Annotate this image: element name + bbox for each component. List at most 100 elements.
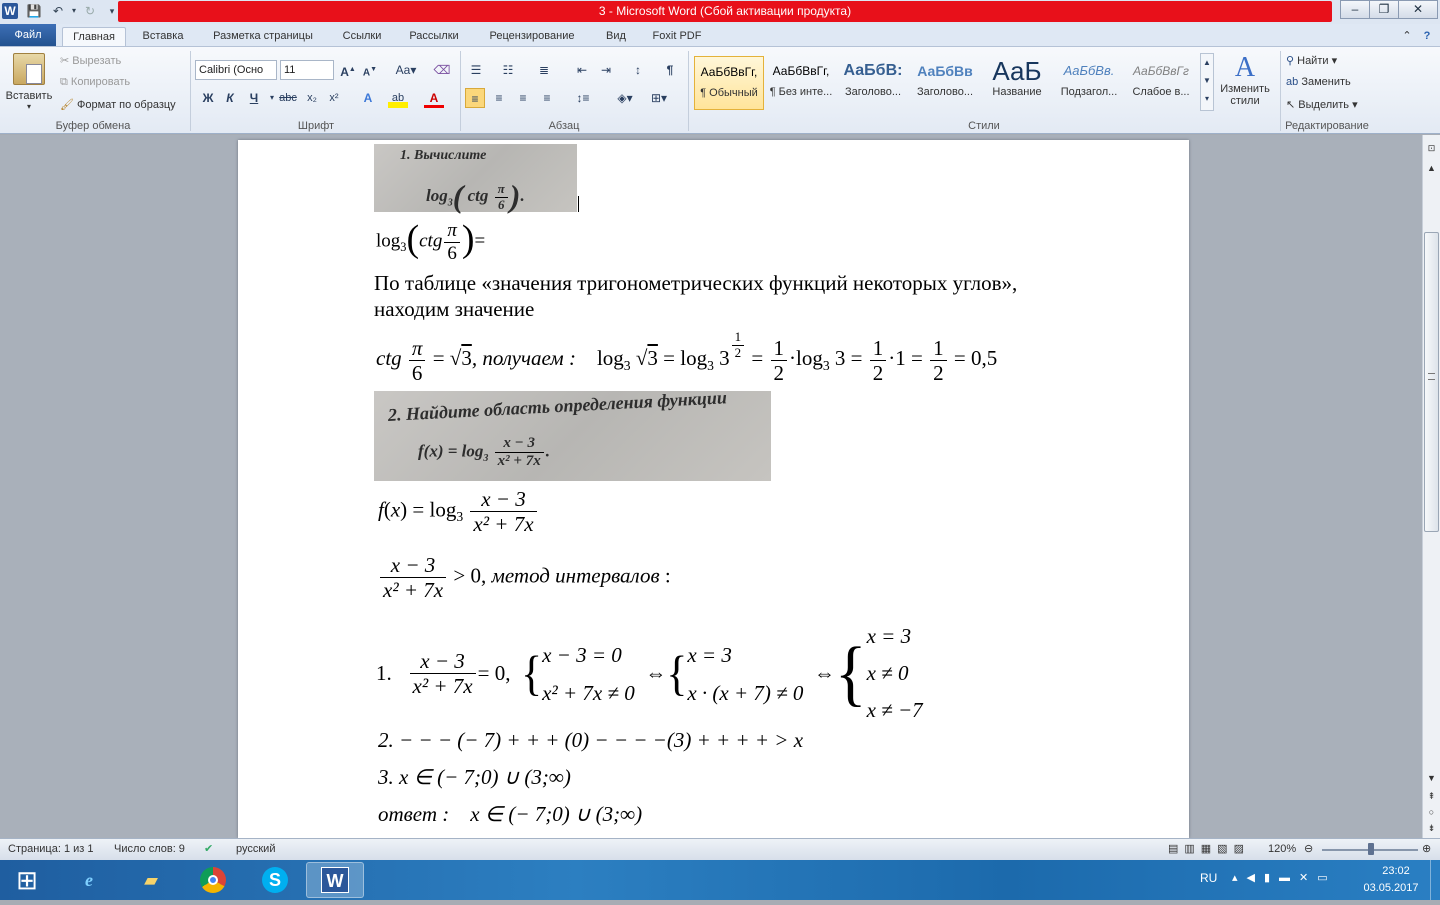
style-title[interactable]: АаБ Название (982, 56, 1052, 110)
tab-references[interactable]: Ссылки (334, 27, 390, 46)
underline-icon[interactable]: Ч (244, 88, 264, 108)
eq2-ctg: ctg (376, 346, 402, 371)
save-icon[interactable]: 💾 (26, 3, 42, 19)
scan1-log: log (426, 186, 448, 205)
help-icon[interactable]: ? (1418, 27, 1436, 46)
tab-review[interactable]: Рецензирование (476, 27, 588, 46)
strikethrough-icon[interactable]: abc (278, 88, 298, 108)
tab-foxit-pdf[interactable]: Foxit PDF (644, 27, 710, 46)
explorer-icon[interactable]: ▰ (122, 862, 180, 898)
document-page[interactable]: 1. Вычислите log3( ctg π 6). log3(ctg π 6)=… (238, 140, 1189, 838)
tab-home[interactable]: Главная (62, 27, 126, 46)
replace-button[interactable]: ab Заменить (1286, 76, 1351, 88)
word-taskbar-icon[interactable]: W (306, 862, 364, 898)
superscript-icon[interactable]: x² (324, 88, 344, 108)
vertical-scrollbar[interactable]: ⊡ ▲ ▼ ⇞ ○ ⇟ (1422, 135, 1440, 838)
style-name: Слабое в... (1132, 86, 1190, 98)
styles-scroll-icon[interactable]: ▲ ▼ ▾ (1200, 53, 1214, 111)
format-painter-button[interactable]: 🖌 Формат по образцу (60, 98, 176, 111)
show-desktop-button[interactable] (1430, 860, 1440, 900)
tab-mailings[interactable]: Рассылки (402, 27, 466, 46)
word-count[interactable]: Число слов: 9 (114, 839, 185, 860)
style-subtle-emphasis[interactable]: АаБбВвГг Слабое в... (1126, 56, 1196, 110)
style-heading1[interactable]: АаБбВ: Заголово... (838, 56, 908, 110)
close-button[interactable]: ✕ (1398, 0, 1438, 19)
font-color-icon[interactable]: A (424, 88, 444, 108)
tab-file[interactable]: Файл (0, 24, 56, 46)
style-heading2[interactable]: АаБбВв Заголово... (910, 56, 980, 110)
line-spacing-icon[interactable]: ↕≡ (570, 88, 596, 108)
bullets-icon[interactable]: ☰ (466, 60, 486, 80)
style-subtitle[interactable]: АаБбВв. Подзагол... (1054, 56, 1124, 110)
scan2-denominator: x² + 7x (497, 453, 541, 470)
align-right-icon[interactable]: ≡ (513, 88, 533, 108)
zoom-level[interactable]: 120% (1268, 839, 1296, 860)
style-normal[interactable]: АаБбВвГг, ¶ Обычный (694, 56, 764, 110)
increase-indent-icon[interactable]: ⇥ (596, 60, 616, 80)
clock-time[interactable]: 23:02 (1366, 865, 1426, 877)
style-no-spacing[interactable]: АаБбВвГг, ¶ Без инте... (766, 56, 836, 110)
italic-icon[interactable]: К (220, 88, 240, 108)
change-styles-button[interactable]: A Изменить стили (1216, 53, 1274, 108)
change-case-icon[interactable]: Aa▾ (392, 60, 420, 80)
clock-date[interactable]: 03.05.2017 (1356, 882, 1426, 894)
copy-button[interactable]: ⧉ Копировать (60, 76, 130, 89)
tab-page-layout[interactable]: Разметка страницы (204, 27, 322, 46)
justify-icon[interactable]: ≡ (537, 88, 557, 108)
view-buttons-icon[interactable]: ▤▥▦▧▨ (1168, 839, 1250, 860)
tray-icons[interactable]: ▴◀▮▬✕▭ (1232, 871, 1337, 884)
skype-icon[interactable]: S (246, 862, 304, 898)
sort-icon[interactable]: ↕ (628, 60, 648, 80)
font-size-combo[interactable]: 11 (280, 60, 334, 80)
numbering-icon[interactable]: ☷ (498, 60, 518, 80)
scan1-ctg: ctg (467, 186, 489, 205)
eq4-method: метод интервалов (491, 563, 660, 588)
next-page-icon[interactable]: ⇟ (1424, 821, 1439, 835)
cut-button[interactable]: ✂ Вырезать (60, 54, 121, 67)
minimize-button[interactable]: – (1340, 0, 1370, 19)
start-button[interactable]: ⊞ (2, 862, 52, 898)
tab-insert[interactable]: Вставка (132, 27, 194, 46)
tab-view[interactable]: Вид (598, 27, 634, 46)
restore-button[interactable]: ❐ (1369, 0, 1399, 19)
zoom-slider-handle[interactable] (1368, 843, 1374, 855)
align-left-icon[interactable]: ≡ (465, 88, 485, 108)
word-app-icon[interactable]: W (2, 3, 18, 19)
subscript-icon[interactable]: x₂ (302, 88, 322, 108)
select-button[interactable]: ↖ Выделить ▾ (1286, 98, 1358, 111)
grow-font-icon[interactable]: A▲ (338, 60, 358, 80)
highlight-icon[interactable]: ab (388, 88, 408, 108)
language-indicator[interactable]: русский (236, 839, 275, 860)
paste-button[interactable]: Вставить ▾ (4, 51, 54, 113)
zoom-out-icon[interactable]: ⊖ (1304, 839, 1313, 860)
scrollbar-thumb[interactable] (1424, 232, 1439, 532)
ie-icon[interactable]: e (60, 862, 118, 898)
ruler-toggle-icon[interactable]: ⊡ (1424, 141, 1439, 155)
multilevel-list-icon[interactable]: ≣ (534, 60, 554, 80)
show-marks-icon[interactable]: ¶ (660, 60, 680, 80)
zoom-in-icon[interactable]: ⊕ (1422, 839, 1431, 860)
undo-icon[interactable]: ↶ (50, 3, 66, 19)
previous-page-icon[interactable]: ⇞ (1424, 789, 1439, 803)
browse-object-icon[interactable]: ○ (1424, 805, 1439, 819)
borders-icon[interactable]: ⊞▾ (646, 88, 672, 108)
chrome-icon[interactable] (184, 862, 242, 898)
text-effects-icon[interactable]: A (358, 88, 378, 108)
input-language[interactable]: RU (1200, 871, 1217, 885)
undo-dropdown-icon[interactable]: ▾ (66, 3, 82, 19)
proofing-icon[interactable]: ✔ (204, 839, 213, 860)
find-button[interactable]: ⚲ Найти ▾ (1286, 54, 1337, 67)
scroll-down-icon[interactable]: ▼ (1424, 771, 1439, 785)
shading-icon[interactable]: ◈▾ (612, 88, 638, 108)
shrink-font-icon[interactable]: A▼ (360, 60, 380, 80)
clear-formatting-icon[interactable]: ⌫ (432, 60, 452, 80)
cursor-icon: ↖ (1286, 99, 1296, 111)
align-center-icon[interactable]: ≡ (489, 88, 509, 108)
scroll-up-icon[interactable]: ▲ (1424, 161, 1439, 175)
decrease-indent-icon[interactable]: ⇤ (572, 60, 592, 80)
bold-icon[interactable]: Ж (198, 88, 218, 108)
minimize-ribbon-icon[interactable]: ⌃ (1398, 27, 1416, 46)
font-name-combo[interactable]: Calibri (Осно (195, 60, 277, 80)
page-indicator[interactable]: Страница: 1 из 1 (8, 839, 94, 860)
redo-icon[interactable]: ↻ (82, 3, 98, 19)
